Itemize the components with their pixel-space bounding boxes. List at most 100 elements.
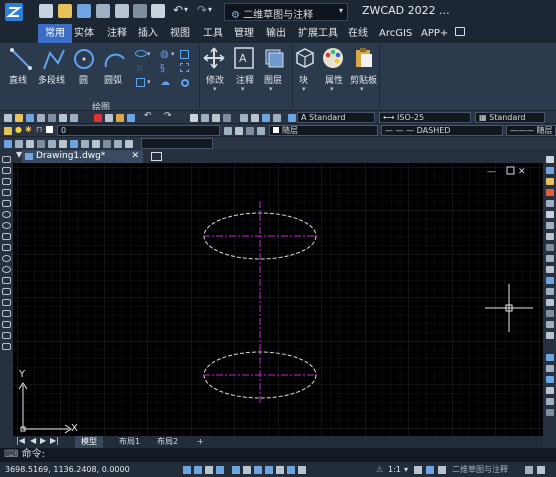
tab-output[interactable]: 输出	[259, 24, 293, 43]
rotate-icon[interactable]	[546, 222, 554, 229]
clipboard-icon[interactable]	[354, 47, 374, 69]
hatch-tool-icon[interactable]	[2, 310, 11, 317]
undo-icon[interactable]: ↶	[144, 111, 152, 121]
next-layout-icon[interactable]: ▶	[40, 436, 46, 445]
copy-icon[interactable]	[105, 114, 113, 122]
trim-icon[interactable]	[546, 255, 554, 262]
zoom-previous-icon[interactable]	[223, 114, 231, 122]
explode-icon[interactable]	[546, 321, 554, 328]
ray-tool-icon[interactable]	[2, 167, 11, 174]
circle-tool-icon[interactable]	[2, 222, 11, 229]
erase-icon[interactable]	[546, 156, 554, 163]
layout-tab-model[interactable]: 模型	[75, 436, 103, 448]
layer-previous-icon[interactable]	[235, 127, 243, 135]
point-icon[interactable]: ⁙	[136, 64, 144, 74]
chevron-down-icon[interactable]: ▾	[147, 78, 151, 86]
snap-tangent-icon[interactable]	[92, 140, 100, 148]
save-icon[interactable]	[26, 114, 34, 122]
snap-midpoint-icon[interactable]	[15, 140, 23, 148]
zoom-window-icon[interactable]	[212, 114, 220, 122]
polyline-tool-icon[interactable]	[2, 178, 11, 185]
annotation-button[interactable]: 注释	[236, 73, 254, 86]
properties-icon[interactable]	[240, 114, 248, 122]
linetype-combo[interactable]: — — — DASHED	[381, 125, 503, 136]
region-icon[interactable]	[180, 63, 189, 72]
tab-tools[interactable]: 工具	[196, 24, 230, 43]
spline-icon[interactable]: §	[160, 63, 165, 74]
layout-tab-1[interactable]: 布局1	[113, 436, 146, 448]
first-layout-icon[interactable]: |◀	[16, 436, 25, 445]
tab-arcgis[interactable]: ArcGIS	[372, 24, 419, 43]
redo-icon[interactable]: ↷	[197, 3, 207, 17]
dim-linear-icon[interactable]	[546, 354, 554, 361]
break-icon[interactable]	[546, 277, 554, 284]
tab-view[interactable]: 视图	[163, 24, 197, 43]
sun-icon[interactable]: ✱	[25, 125, 32, 134]
print-icon[interactable]	[37, 114, 45, 122]
annotation-icon[interactable]: A	[234, 47, 254, 69]
close-icon[interactable]: ✕	[131, 150, 139, 163]
snap-extension-icon[interactable]	[70, 140, 78, 148]
line-button[interactable]: 直线	[9, 73, 27, 86]
snap-endpoint-icon[interactable]	[4, 140, 12, 148]
copy-object-icon[interactable]	[546, 167, 554, 174]
fillet-icon[interactable]	[546, 310, 554, 317]
polyline-button[interactable]: 多段线	[38, 73, 65, 86]
preview-icon[interactable]	[48, 114, 56, 122]
polyline-icon[interactable]	[42, 47, 66, 71]
prev-layout-icon[interactable]: ◀	[30, 436, 36, 445]
stretch-icon[interactable]	[546, 244, 554, 251]
table-tool-icon[interactable]	[2, 332, 11, 339]
new-tab-icon[interactable]	[151, 152, 162, 161]
snap-quadrant-icon[interactable]	[48, 140, 56, 148]
layer-button[interactable]: 图层	[264, 73, 282, 86]
layer-manager-icon[interactable]	[4, 127, 12, 135]
dim-angular-icon[interactable]	[546, 387, 554, 394]
isolate-objects-icon[interactable]	[525, 466, 533, 474]
help-icon[interactable]	[288, 114, 296, 122]
mirror-icon[interactable]	[546, 178, 554, 185]
polygon-tool-icon[interactable]	[2, 189, 11, 196]
design-center-icon[interactable]	[251, 114, 259, 122]
region-tool-icon[interactable]	[2, 321, 11, 328]
move-object-icon[interactable]	[546, 211, 554, 218]
extend-icon[interactable]	[546, 266, 554, 273]
export-icon[interactable]	[70, 114, 78, 122]
print-icon[interactable]	[115, 4, 129, 18]
lineweight-combo[interactable]: ——— 随层	[506, 125, 556, 136]
insert-block-tool-icon[interactable]	[2, 277, 11, 284]
chevron-down-icon[interactable]: ▾	[269, 85, 273, 93]
viewport-minimize-icon[interactable]: —	[487, 167, 496, 177]
workspace-combo[interactable]: ⚙ 二维草图与注释 ▾	[224, 3, 348, 21]
chevron-down-icon[interactable]: ▾	[171, 50, 175, 58]
spline-tool-icon[interactable]	[2, 244, 11, 251]
match-properties-icon[interactable]	[127, 114, 135, 122]
table-style-combo[interactable]: ▦ Standard	[475, 112, 545, 123]
tab-solid[interactable]: 实体	[67, 24, 101, 43]
grid-mode-icon[interactable]	[194, 466, 202, 474]
annotation-scale-icon[interactable]: ⚠	[376, 462, 383, 477]
fullscreen-icon[interactable]	[151, 4, 165, 18]
open-icon[interactable]	[15, 114, 23, 122]
dim-radius-icon[interactable]	[546, 376, 554, 383]
snap-perpendicular-icon[interactable]	[81, 140, 89, 148]
customization-icon[interactable]	[537, 466, 545, 474]
pan-icon[interactable]	[190, 114, 198, 122]
layout-tab-add[interactable]: +	[191, 436, 210, 448]
block-icon[interactable]	[295, 47, 315, 69]
ellipse-icon[interactable]	[135, 50, 147, 57]
make-current-layer-icon[interactable]	[224, 127, 232, 135]
dynamic-ucs-icon[interactable]	[254, 466, 262, 474]
tolerance-icon[interactable]	[546, 409, 554, 416]
polar-tracking-icon[interactable]	[216, 466, 224, 474]
text-style-combo[interactable]: A Standard	[297, 112, 375, 123]
drawing-canvas[interactable]: — ✕ Y X	[13, 163, 543, 436]
save-icon[interactable]	[77, 4, 91, 18]
lightbulb-icon[interactable]: ●	[15, 125, 22, 134]
selection-cycling-icon[interactable]	[298, 466, 306, 474]
color-combo[interactable]: 随层	[269, 125, 378, 136]
layer-combo[interactable]: 0	[57, 125, 220, 136]
tool-palette-icon[interactable]	[262, 114, 270, 122]
ribbon-minimize-icon[interactable]	[455, 27, 465, 36]
mtext-tool-icon[interactable]	[2, 343, 11, 350]
